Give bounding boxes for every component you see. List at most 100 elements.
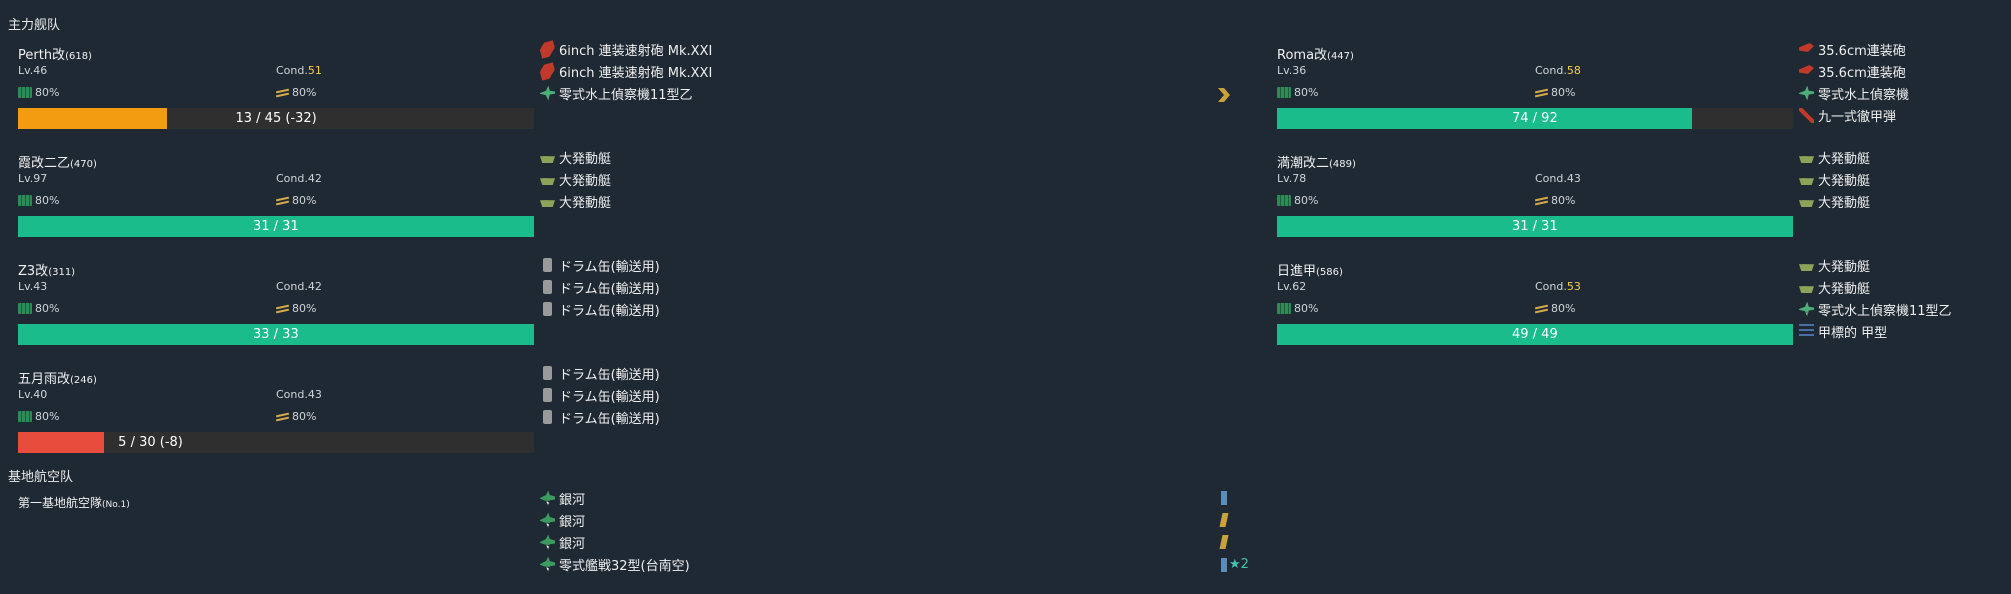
ammo-value: 80% xyxy=(1551,86,1576,99)
equipment-slot[interactable]: 大発動艇 xyxy=(540,190,611,212)
equipment-slot[interactable]: 6inch 連装速射砲 Mk.XXI xyxy=(538,60,712,82)
plane-icon: 3 xyxy=(1799,85,1814,101)
ship-name[interactable]: 日進甲(586) xyxy=(1277,260,1343,279)
ship-name[interactable]: 五月雨改(246) xyxy=(18,368,97,387)
equipment-slot[interactable]: 大発動艇 xyxy=(1799,276,1870,298)
ship-card[interactable]: Perth改(618) Lv.46 Cond.51 80% 80% 13 / 45 (-3… xyxy=(18,44,534,144)
equipment-slot[interactable]: 6inch 連装速射砲 Mk.XXI xyxy=(538,38,712,60)
ship-name[interactable]: 満潮改二(489) xyxy=(1277,152,1356,171)
plane-icon: 1 xyxy=(540,85,555,101)
equipment-slot[interactable]: 大発動艇 xyxy=(1799,254,1870,276)
gunl-icon xyxy=(1799,43,1814,52)
hp-bar: 5 / 30 (-8) xyxy=(18,432,534,453)
cond-value: 43 xyxy=(307,388,322,401)
equipment-slot[interactable]: 大発動艇 xyxy=(540,168,611,190)
equipment-slot[interactable]: ドラム缶(輸送用) xyxy=(540,254,660,276)
equipment-slot[interactable]: 大発動艇 xyxy=(540,146,611,168)
drum-icon xyxy=(543,410,552,424)
lbas-squad-name[interactable]: 第一基地航空隊(No.1) xyxy=(18,494,130,511)
ship-name-text: Z3改 xyxy=(18,264,49,279)
ship-card[interactable]: 日進甲(586) Lv.62 Cond.53 80% 80% 49 / 49 xyxy=(1277,260,1793,360)
ammo-status: 80% xyxy=(276,302,316,315)
ammo-icon xyxy=(276,88,289,98)
ship-name[interactable]: Roma改(447) xyxy=(1277,44,1354,63)
hp-bar-fill xyxy=(1277,108,1692,129)
fuel-value: 80% xyxy=(1294,194,1319,207)
ammo-value: 80% xyxy=(1551,194,1576,207)
lbas-plane-slot[interactable]: 18 銀河 xyxy=(540,509,585,531)
equipment-slot[interactable]: 九一式徹甲弾 xyxy=(1799,104,1896,126)
lbas-title: 基地航空队 xyxy=(8,470,74,485)
bomber-icon: 18 xyxy=(540,534,555,550)
squad-number: (No.1) xyxy=(102,500,130,510)
ammo-value: 80% xyxy=(292,194,317,207)
equipment-slot[interactable]: 大発動艇 xyxy=(1799,168,1870,190)
ship-card[interactable]: 霞改二乙(470) Lv.97 Cond.42 80% 80% 31 / 31 xyxy=(18,152,534,252)
plane-status-icon xyxy=(1221,491,1227,505)
chevron-right-icon[interactable] xyxy=(1218,88,1230,102)
hp-text: 33 / 33 xyxy=(253,327,299,342)
lbas-plane-slot[interactable]: 18 銀河 xyxy=(540,487,585,509)
fuel-value: 80% xyxy=(35,86,60,99)
equipment-slot[interactable]: 12 零式水上偵察機11型乙 xyxy=(1799,298,1952,320)
cond-label: Cond. xyxy=(276,64,308,77)
bomber-icon: 18 xyxy=(540,512,555,528)
lbas-plane-slot[interactable]: 18 銀河 xyxy=(540,531,585,553)
cond-label: Cond. xyxy=(276,388,308,401)
ship-name[interactable]: Z3改(311) xyxy=(18,260,75,279)
fuel-value: 80% xyxy=(35,410,60,423)
cond-value: 43 xyxy=(1566,172,1581,185)
ship-cond: Cond.42 xyxy=(276,280,322,293)
equipment-name: ドラム缶(輸送用) xyxy=(559,411,660,427)
ammo-status: 80% xyxy=(276,410,316,423)
fuel-status: 80% xyxy=(18,86,59,99)
equipment-slot[interactable]: 1 零式水上偵察機11型乙 xyxy=(540,82,693,104)
ship-name[interactable]: 霞改二乙(470) xyxy=(18,152,97,171)
equipment-slot[interactable]: 35.6cm連装砲 xyxy=(1799,38,1906,60)
equipment-slot[interactable]: 甲標的 甲型 xyxy=(1799,320,1887,342)
plane-status-marker xyxy=(1219,513,1229,527)
hp-bar: 31 / 31 xyxy=(18,216,534,237)
cond-value: 51 xyxy=(307,64,322,77)
equipment-slot[interactable]: 大発動艇 xyxy=(1799,146,1870,168)
equipment-slot[interactable]: ドラム缶(輸送用) xyxy=(540,384,660,406)
equipment-slot[interactable]: ドラム缶(輸送用) xyxy=(540,276,660,298)
ammo-icon xyxy=(1535,304,1548,314)
hp-bar: 49 / 49 xyxy=(1277,324,1793,345)
ship-id: (311) xyxy=(48,267,76,278)
plane-status-marker xyxy=(1221,491,1227,505)
cond-label: Cond. xyxy=(1535,64,1567,77)
cond-value: 42 xyxy=(307,280,322,293)
lbas-plane-slot[interactable]: 18 零式艦戦32型(台南空) xyxy=(540,553,690,575)
ship-name[interactable]: Perth改(618) xyxy=(18,44,92,63)
equipment-slot[interactable]: 大発動艇 xyxy=(1799,190,1870,212)
equipment-name: 35.6cm連装砲 xyxy=(1818,43,1906,59)
boat-icon xyxy=(1799,200,1814,207)
fuel-status: 80% xyxy=(18,194,59,207)
equipment-slot[interactable]: ドラム缶(輸送用) xyxy=(540,406,660,428)
ship-card[interactable]: 五月雨改(246) Lv.40 Cond.43 80% 80% 5 / 30 (-8) xyxy=(18,368,534,468)
ship-card[interactable]: Z3改(311) Lv.43 Cond.42 80% 80% 33 / 33 xyxy=(18,260,534,360)
equipment-slot[interactable]: 35.6cm連装砲 xyxy=(1799,60,1906,82)
fuel-icon xyxy=(18,87,32,98)
ship-card[interactable]: 満潮改二(489) Lv.78 Cond.43 80% 80% 31 / 31 xyxy=(1277,152,1793,252)
ammo-status: 80% xyxy=(276,86,316,99)
hp-text: 13 / 45 (-32) xyxy=(235,111,317,126)
cond-label: Cond. xyxy=(276,172,308,185)
gun-icon xyxy=(538,39,557,59)
hp-text: 5 / 30 (-8) xyxy=(118,435,183,450)
drum-icon xyxy=(543,302,552,316)
ship-card[interactable]: Roma改(447) Lv.36 Cond.58 80% 80% 74 / 92 xyxy=(1277,44,1793,144)
radar-icon xyxy=(1799,323,1814,339)
equipment-slot[interactable]: ドラム缶(輸送用) xyxy=(540,362,660,384)
ammo-value: 80% xyxy=(292,302,317,315)
cond-value: 53 xyxy=(1566,280,1581,293)
plane-name: 銀河 xyxy=(559,536,586,552)
equipment-slot[interactable]: ドラム缶(輸送用) xyxy=(540,298,660,320)
ship-id: (470) xyxy=(70,159,97,170)
ship-level: Lv.36 xyxy=(1277,64,1307,77)
plane-status-icon xyxy=(1219,513,1229,527)
cond-label: Cond. xyxy=(276,280,308,293)
ammo-icon xyxy=(276,412,289,422)
equipment-slot[interactable]: 3 零式水上偵察機 xyxy=(1799,82,1909,104)
